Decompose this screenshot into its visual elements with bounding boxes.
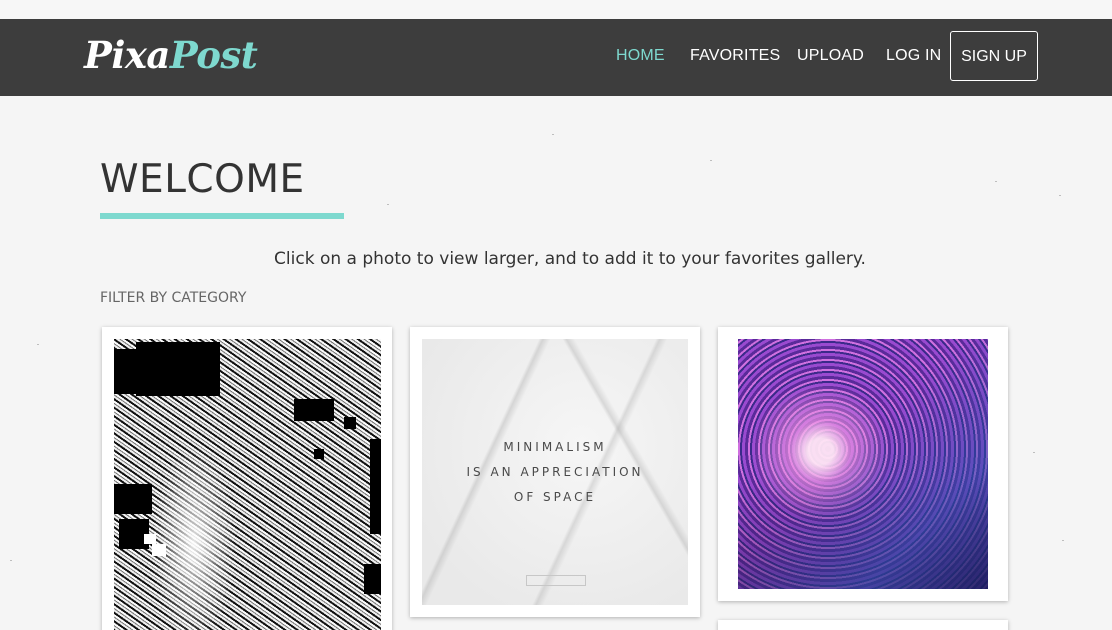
photo-detail bbox=[114, 484, 152, 514]
background-speck bbox=[1059, 195, 1061, 196]
photo-detail bbox=[152, 544, 166, 556]
quote-line-3: OF SPACE bbox=[513, 490, 597, 504]
gallery-card[interactable]: MINIMALISM IS AN APPRECIATION OF SPACE bbox=[410, 327, 700, 617]
quote-line-2: IS AN APPRECIATION bbox=[466, 465, 644, 479]
signup-button[interactable]: SIGN UP bbox=[950, 31, 1038, 81]
photo-typographic-pattern[interactable] bbox=[114, 339, 381, 630]
gallery-card[interactable] bbox=[102, 327, 392, 630]
photo-detail bbox=[314, 449, 324, 459]
photo-minimalism-quote[interactable]: MINIMALISM IS AN APPRECIATION OF SPACE bbox=[422, 339, 688, 605]
logo-pixa: Pixa bbox=[84, 33, 170, 77]
background-speck bbox=[10, 560, 12, 561]
gallery-card[interactable] bbox=[718, 327, 1008, 601]
photo-detail bbox=[364, 564, 381, 594]
intro-text: Click on a photo to view larger, and to … bbox=[274, 249, 866, 269]
watermark-box bbox=[526, 575, 586, 586]
background-speck bbox=[387, 204, 389, 205]
photo-detail bbox=[738, 339, 988, 589]
background-speck bbox=[1062, 540, 1064, 541]
nav-upload[interactable]: UPLOAD bbox=[797, 47, 864, 65]
navbar: PixaPost HOME FAVORITES UPLOAD LOG IN SI… bbox=[0, 19, 1112, 96]
background-speck bbox=[710, 160, 712, 161]
photo-detail bbox=[344, 417, 356, 429]
gallery-card[interactable] bbox=[718, 620, 1008, 630]
photo-psychedelic-abstract[interactable] bbox=[738, 339, 988, 589]
logo[interactable]: PixaPost bbox=[84, 33, 258, 77]
photo-detail bbox=[114, 349, 136, 394]
photo-detail bbox=[144, 534, 156, 544]
top-strip bbox=[0, 0, 1112, 19]
filter-by-category[interactable]: FILTER BY CATEGORY bbox=[100, 289, 246, 307]
background-speck bbox=[1033, 452, 1035, 453]
logo-post: Post bbox=[169, 33, 258, 77]
nav-home[interactable]: HOME bbox=[616, 47, 665, 65]
title-underline bbox=[100, 213, 344, 219]
photo-detail bbox=[136, 342, 220, 396]
photo-detail bbox=[370, 439, 381, 534]
background-speck bbox=[552, 134, 554, 135]
nav-favorites[interactable]: FAVORITES bbox=[690, 47, 780, 65]
nav-login[interactable]: LOG IN bbox=[886, 47, 941, 65]
background-speck bbox=[37, 344, 39, 345]
quote-line-1: MINIMALISM bbox=[503, 440, 607, 454]
background-speck bbox=[995, 181, 997, 182]
page-title: WELCOME bbox=[100, 157, 305, 202]
photo-detail bbox=[294, 399, 334, 421]
